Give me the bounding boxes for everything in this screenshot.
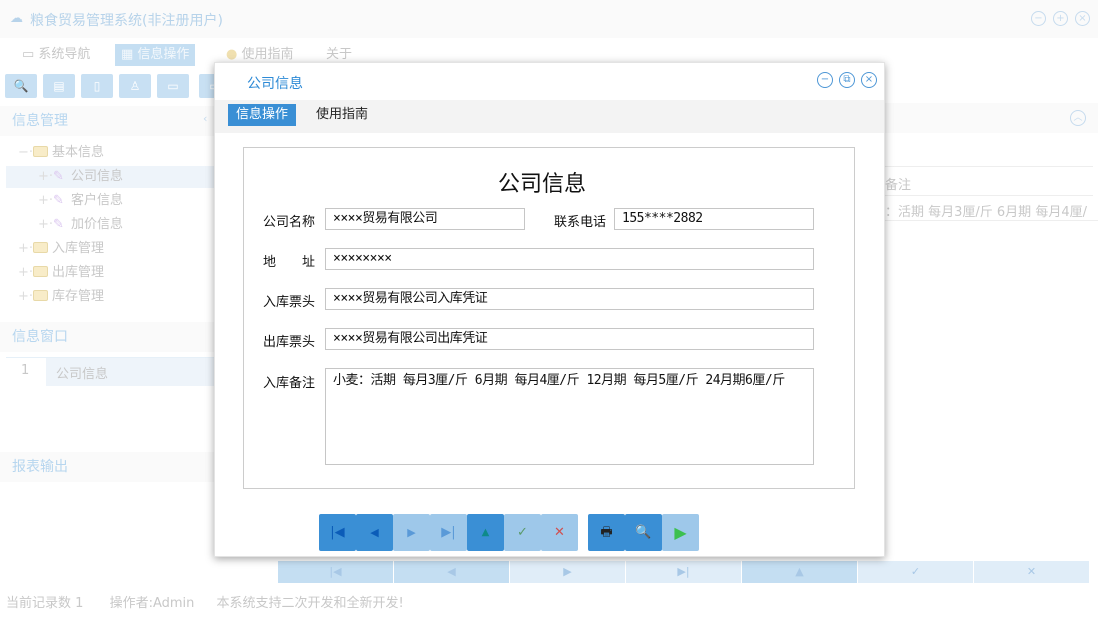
in-header-input[interactable]: ××××贸易有限公司入库凭证 [325, 288, 814, 310]
grid-icon: ▦ [121, 47, 137, 62]
toolbar-user-button[interactable]: ♙ [119, 74, 151, 98]
tree-label: 基本信息 [52, 145, 104, 160]
menu-label: 使用指南 [241, 47, 293, 62]
bg-nav-next[interactable]: ▶ [510, 561, 625, 583]
status-bar: 当前记录数 1 操作者:Admin 本系统支持二次开发和全新开发! [6, 592, 404, 611]
run-button[interactable]: ▶ [662, 514, 699, 551]
tree-node-price[interactable]: +·✎加价信息 [38, 214, 123, 236]
info-window-header: 信息窗口 [0, 322, 215, 352]
nav-prev-button[interactable]: ◀ [356, 514, 393, 551]
menu-info-ops[interactable]: ▦ 信息操作 [115, 44, 195, 66]
folder-icon [33, 146, 48, 157]
out-header-label: 出库票头 [263, 331, 315, 350]
toolbar-window-button[interactable]: ▭ [157, 74, 189, 98]
tab-guide[interactable]: 使用指南 [308, 104, 376, 126]
tree-label: 客户信息 [71, 193, 123, 208]
report-header: 报表输出 [0, 452, 215, 482]
operator-name: Admin [153, 596, 194, 611]
tree-node-company[interactable]: +·✎公司信息 [38, 166, 123, 188]
tree-label: 加价信息 [71, 217, 123, 232]
bg-nav-ok[interactable]: ✓ [858, 561, 973, 583]
info-tree: −·基本信息 +·✎公司信息 +·✎客户信息 +·✎加价信息 +·入库管理 +·… [0, 140, 215, 310]
in-note-label: 入库备注 [263, 372, 315, 391]
nav-first-button[interactable]: |◀ [319, 514, 356, 551]
tree-node-customer[interactable]: +·✎客户信息 [38, 190, 123, 212]
tree-label: 库存管理 [52, 289, 104, 304]
cancel-button[interactable]: ✕ [541, 514, 578, 551]
dialog-restore-icon[interactable]: ⧉ [839, 72, 855, 88]
tree-label: 公司信息 [71, 169, 123, 184]
tree-node-inbound[interactable]: +·入库管理 [18, 238, 104, 260]
bulb-icon: ● [226, 47, 241, 62]
address-label: 地 址 [263, 251, 315, 270]
tool-icon: ✎ [53, 214, 67, 236]
nav-next-button[interactable]: ▶ [393, 514, 430, 551]
tree-node-outbound[interactable]: +·出库管理 [18, 262, 104, 284]
tree-label: 出库管理 [52, 265, 104, 280]
toolbar-doc-button[interactable]: ▯ [81, 74, 113, 98]
form-title: 公司信息 [244, 166, 840, 198]
print-preview-button[interactable]: 🔍 [625, 514, 662, 551]
tree-label: 入库管理 [52, 241, 104, 256]
menu-label: 关于 [326, 47, 352, 62]
dialog-tabs: 信息操作 使用指南 [215, 100, 884, 133]
maximize-icon[interactable]: + [1053, 11, 1068, 26]
row-name: 公司信息 [46, 358, 215, 386]
phone-input[interactable]: 155****2882 [614, 208, 814, 230]
app-titlebar: ☁ 粮食贸易管理系统(非注册用户) − + × [0, 0, 1098, 38]
nav-up-button[interactable]: ▲ [467, 514, 504, 551]
tree-node-basic[interactable]: −·基本信息 [18, 142, 104, 164]
in-note-textarea[interactable]: 小麦：活期 每月3厘/斤 6月期 每月4厘/斤 12月期 每月5厘/斤 24月期… [325, 368, 814, 465]
company-info-dialog: 公司信息 − ⧉ × 信息操作 使用指南 公司信息 公司名称 ××××贸易有限公… [214, 62, 885, 557]
status-note: 本系统支持二次开发和全新开发! [217, 596, 404, 611]
company-name-label: 公司名称 [263, 211, 315, 230]
right-panel-header [885, 103, 1098, 133]
toolbar-list-button[interactable]: ▤ [43, 74, 75, 98]
bg-nav-prev[interactable]: ◀ [394, 561, 509, 583]
window-row[interactable]: 1 公司信息 [6, 357, 215, 386]
address-input[interactable]: ×××××××× [325, 248, 814, 270]
in-header-label: 入库票头 [263, 291, 315, 310]
menu-system-nav[interactable]: ▭ 系统导航 [16, 44, 96, 66]
collapse-up-icon[interactable]: ︿ [1070, 110, 1086, 126]
close-icon[interactable]: × [1075, 11, 1090, 26]
dialog-minimize-icon[interactable]: − [817, 72, 833, 88]
save-button[interactable]: ✓ [504, 514, 541, 551]
dialog-close-icon[interactable]: × [861, 72, 877, 88]
tab-info-ops[interactable]: 信息操作 [228, 104, 296, 126]
tool-icon: ✎ [53, 166, 67, 188]
bg-nav-up[interactable]: ▲ [742, 561, 857, 583]
info-mgmt-header: 信息管理 [0, 106, 215, 136]
app-title: 粮食贸易管理系统(非注册用户) [30, 10, 223, 30]
dialog-title: 公司信息 [247, 73, 303, 93]
folder-icon [33, 266, 48, 277]
menu-label: 系统导航 [38, 47, 90, 62]
nav-last-button[interactable]: ▶| [430, 514, 467, 551]
table-cell-note: ：活期 每月3厘/斤 6月期 每月4厘/ [885, 197, 1098, 221]
company-form: 公司信息 公司名称 ××××贸易有限公司 联系电话 155****2882 地 … [243, 147, 855, 489]
bg-nav-first[interactable]: |◀ [278, 561, 393, 583]
company-name-input[interactable]: ××××贸易有限公司 [325, 208, 525, 230]
row-number: 1 [21, 363, 29, 378]
record-count-label: 当前记录数 [6, 596, 71, 611]
collapse-icon[interactable]: ‹ [203, 112, 207, 125]
tree-node-stock[interactable]: +·库存管理 [18, 286, 104, 308]
tool-icon: ✎ [53, 190, 67, 212]
menu-label: 信息操作 [137, 47, 189, 62]
record-count: 1 [75, 596, 83, 611]
toolbar-search-button[interactable]: 🔍 [5, 74, 37, 98]
folder-icon [33, 242, 48, 253]
column-header-note: 备注 [885, 166, 1093, 196]
app-logo-icon: ☁ [10, 11, 23, 26]
print-button[interactable]: 🖶 [588, 514, 625, 551]
bg-nav-cancel[interactable]: ✕ [974, 561, 1089, 583]
folder-icon [33, 290, 48, 301]
bg-nav-last[interactable]: ▶| [626, 561, 741, 583]
phone-label: 联系电话 [554, 211, 606, 230]
monitor-icon: ▭ [22, 47, 38, 62]
minimize-icon[interactable]: − [1031, 11, 1046, 26]
out-header-input[interactable]: ××××贸易有限公司出库凭证 [325, 328, 814, 350]
operator-label: 操作者: [110, 596, 153, 611]
